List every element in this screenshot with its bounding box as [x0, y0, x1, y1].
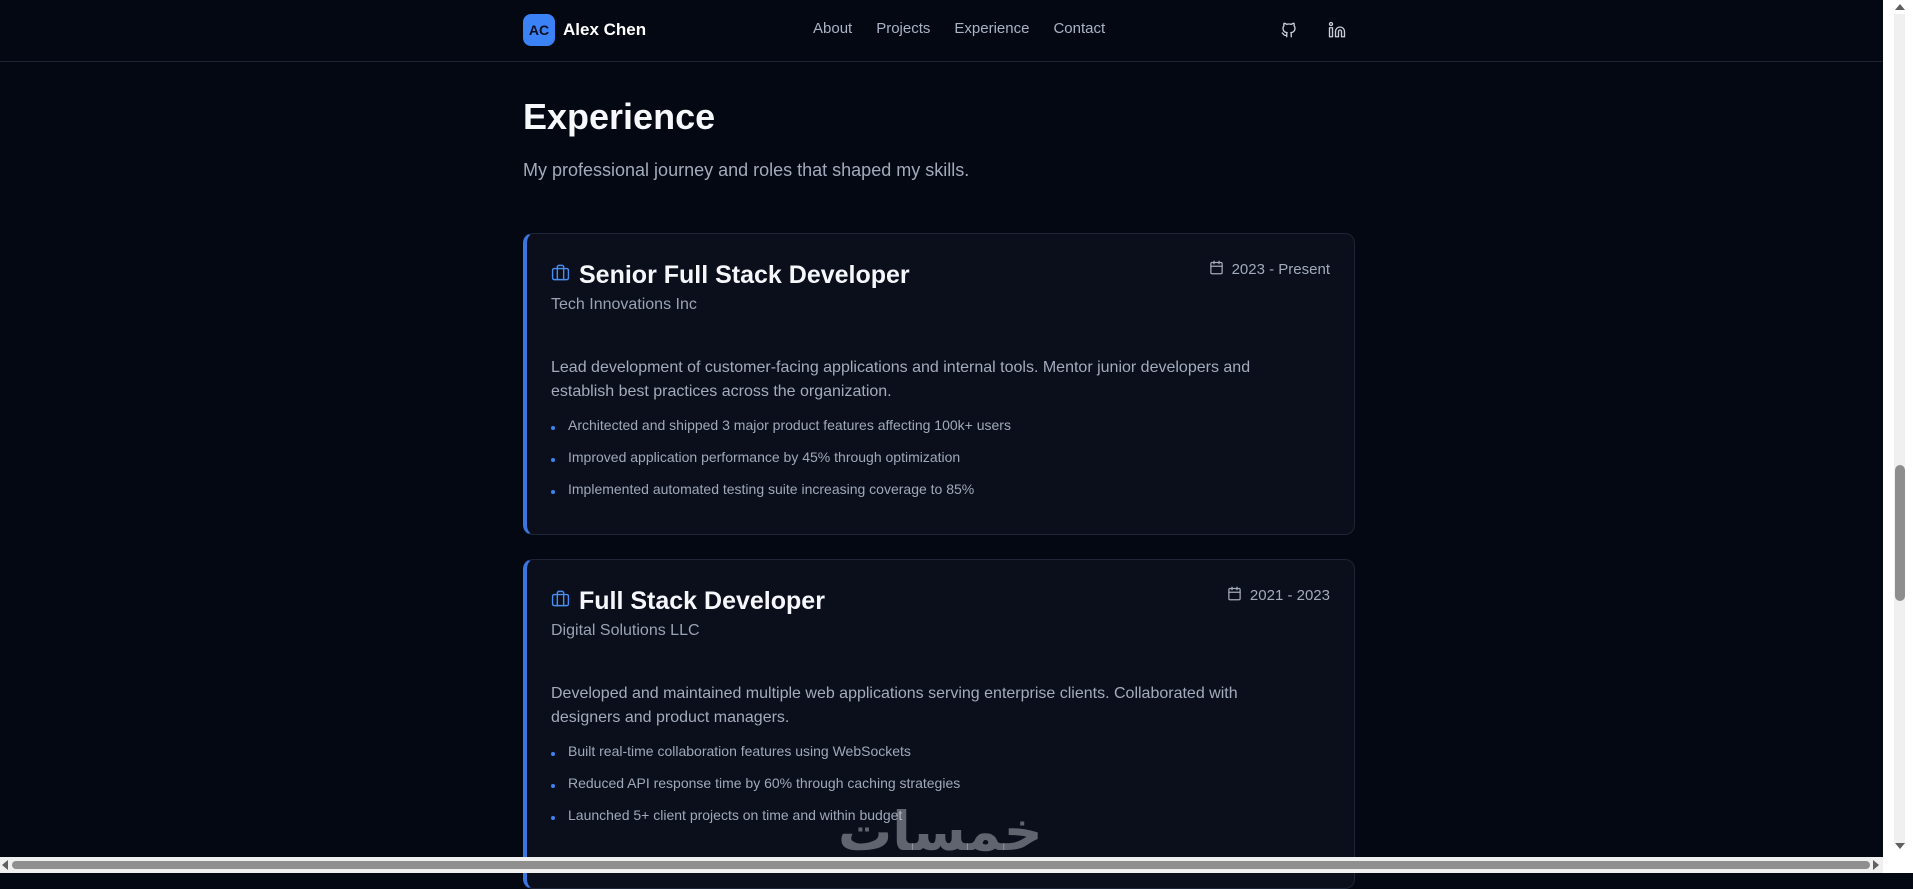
scroll-left-arrow-icon[interactable] — [2, 860, 8, 870]
role-title: Senior Full Stack Developer — [579, 260, 910, 289]
brand[interactable]: AC Alex Chen — [523, 14, 646, 46]
scroll-up-arrow-icon[interactable] — [1895, 4, 1905, 10]
date-range: 2021 - 2023 — [1227, 586, 1330, 605]
nav-link-projects[interactable]: Projects — [876, 20, 930, 37]
achievement-item: Architected and shipped 3 major product … — [551, 415, 1330, 447]
achievement-item: Implemented automated testing suite incr… — [551, 479, 1330, 511]
card-header: Full Stack Developer 2021 - 2023 — [551, 586, 1330, 616]
brand-name: Alex Chen — [563, 20, 647, 39]
scrollbar-track[interactable] — [1894, 14, 1905, 843]
achievement-list: Built real-time collaboration features u… — [551, 741, 1330, 837]
nav-links: About Projects Experience Contact — [813, 20, 1105, 37]
section-subtitle: My professional journey and roles that s… — [523, 160, 970, 180]
scrollbar-thumb[interactable] — [12, 861, 1870, 869]
achievement-item: Reduced API response time by 60% through… — [551, 773, 1330, 805]
nav-link-experience[interactable]: Experience — [954, 20, 1029, 37]
role-description: Lead development of customer-facing appl… — [551, 359, 1251, 400]
company-name: Digital Solutions LLC — [551, 622, 700, 639]
scroll-down-arrow-icon[interactable] — [1895, 843, 1905, 849]
nav-link-contact[interactable]: Contact — [1053, 20, 1105, 37]
nav-link-about[interactable]: About — [813, 20, 852, 37]
date-text: 2021 - 2023 — [1249, 587, 1330, 604]
horizontal-scrollbar[interactable] — [0, 857, 1883, 873]
linkedin-icon[interactable] — [1325, 18, 1349, 42]
company-name: Tech Innovations Inc — [551, 296, 697, 313]
brand-logo: AC — [523, 14, 555, 46]
scrollbar-thumb[interactable] — [1895, 465, 1905, 601]
date-range: 2023 - Present — [1209, 260, 1330, 279]
briefcase-icon — [551, 589, 570, 613]
briefcase-icon — [551, 263, 570, 287]
card-header: Senior Full Stack Developer 2023 - Prese… — [551, 260, 1330, 290]
section-title: Experience — [523, 96, 716, 137]
github-icon[interactable] — [1277, 18, 1301, 42]
achievement-item: Improved application performance by 45% … — [551, 447, 1330, 479]
role-description: Developed and maintained multiple web ap… — [551, 685, 1238, 726]
top-nav: AC Alex Chen About Projects Experience C… — [0, 0, 1883, 62]
experience-card: Senior Full Stack Developer 2023 - Prese… — [523, 233, 1355, 535]
experience-card: Full Stack Developer 2021 - 2023 Digital… — [523, 559, 1355, 889]
role-title: Full Stack Developer — [579, 586, 825, 615]
achievement-item: Launched 5+ client projects on time and … — [551, 805, 1330, 837]
date-text: 2023 - Present — [1231, 261, 1330, 278]
scroll-right-arrow-icon[interactable] — [1873, 860, 1879, 870]
vertical-scrollbar[interactable] — [1883, 0, 1913, 873]
achievement-list: Architected and shipped 3 major product … — [551, 415, 1330, 511]
calendar-icon — [1227, 586, 1242, 605]
achievement-item: Built real-time collaboration features u… — [551, 741, 1330, 773]
calendar-icon — [1209, 260, 1224, 279]
